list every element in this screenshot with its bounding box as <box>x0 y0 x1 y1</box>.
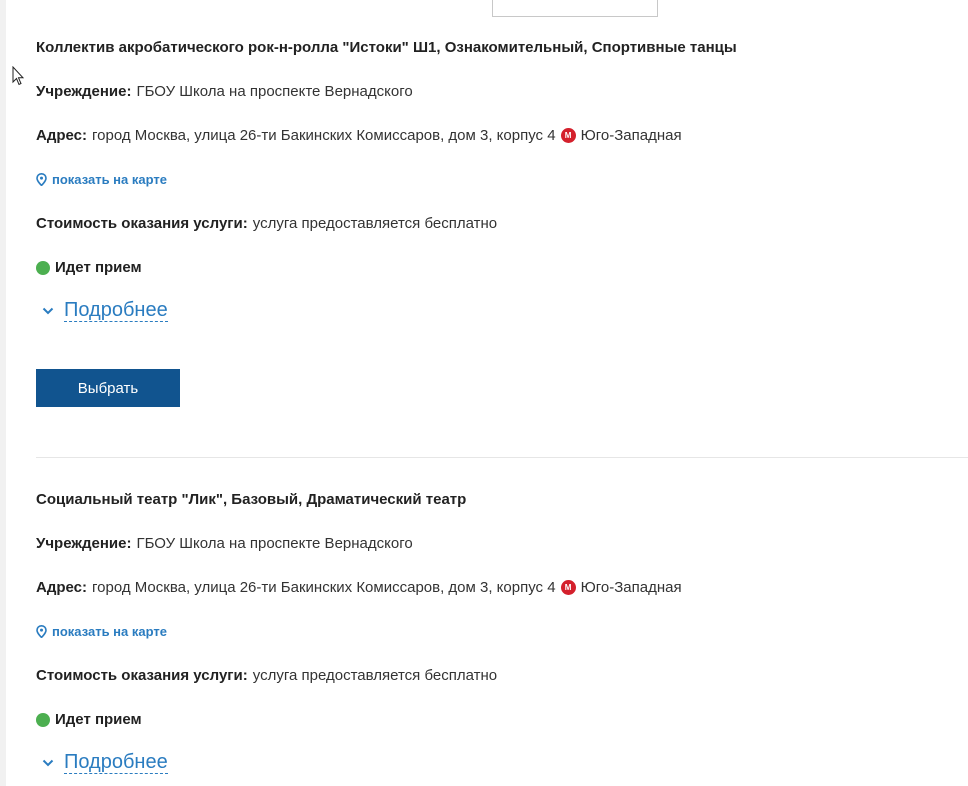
institution-row: Учреждение: ГБОУ Школа на проспекте Верн… <box>36 83 413 100</box>
show-on-map-link[interactable]: показать на карте <box>36 624 167 639</box>
service-title: Социальный театр "Лик", Базовый, Драмати… <box>36 491 467 508</box>
address-row: Адрес: город Москва, улица 26-ти Бакинск… <box>36 127 682 144</box>
institution-label: Учреждение: <box>36 83 132 100</box>
map-pin-icon <box>36 173 47 186</box>
cost-value: услуга предоставляется бесплатно <box>252 667 498 684</box>
metro-icon: М <box>560 580 576 595</box>
metro-station: Юго-Западная <box>580 579 682 596</box>
institution-label: Учреждение: <box>36 535 132 552</box>
metro-icon: М <box>560 128 576 143</box>
card-divider <box>36 457 968 458</box>
more-details-toggle[interactable]: Подробнее <box>36 299 168 322</box>
left-edge-strip <box>0 0 6 786</box>
enrollment-status: Идет прием <box>36 711 142 728</box>
mouse-cursor-icon <box>12 65 25 91</box>
chevron-down-icon <box>42 307 54 314</box>
status-label: Идет прием <box>55 259 142 276</box>
cost-label: Стоимость оказания услуги: <box>36 215 248 232</box>
status-dot-icon <box>36 260 50 275</box>
more-details-toggle[interactable]: Подробнее <box>36 751 168 774</box>
more-details-label: Подробнее <box>64 299 168 322</box>
cost-row: Стоимость оказания услуги: услуга предос… <box>36 667 497 684</box>
show-on-map-label: показать на карте <box>52 172 167 187</box>
address-label: Адрес: <box>36 127 87 144</box>
more-details-label: Подробнее <box>64 751 168 774</box>
cost-row: Стоимость оказания услуги: услуга предос… <box>36 215 497 232</box>
show-on-map-label: показать на карте <box>52 624 167 639</box>
map-pin-icon <box>36 625 47 638</box>
cost-value: услуга предоставляется бесплатно <box>252 215 498 232</box>
enrollment-status: Идет прием <box>36 259 142 276</box>
institution-row: Учреждение: ГБОУ Школа на проспекте Верн… <box>36 535 413 552</box>
address-label: Адрес: <box>36 579 87 596</box>
status-dot-icon <box>36 712 50 727</box>
show-on-map-link[interactable]: показать на карте <box>36 172 167 187</box>
institution-value: ГБОУ Школа на проспекте Вернадского <box>136 83 413 100</box>
address-row: Адрес: город Москва, улица 26-ти Бакинск… <box>36 579 682 596</box>
institution-value: ГБОУ Школа на проспекте Вернадского <box>136 535 413 552</box>
top-partial-control[interactable] <box>492 0 658 17</box>
address-value: город Москва, улица 26-ти Бакинских Коми… <box>92 579 556 596</box>
status-label: Идет прием <box>55 711 142 728</box>
chevron-down-icon <box>42 759 54 766</box>
metro-station: Юго-Западная <box>580 127 682 144</box>
select-button[interactable]: Выбрать <box>36 369 180 407</box>
service-title: Коллектив акробатического рок-н-ролла "И… <box>36 39 737 56</box>
address-value: город Москва, улица 26-ти Бакинских Коми… <box>92 127 556 144</box>
cost-label: Стоимость оказания услуги: <box>36 667 248 684</box>
